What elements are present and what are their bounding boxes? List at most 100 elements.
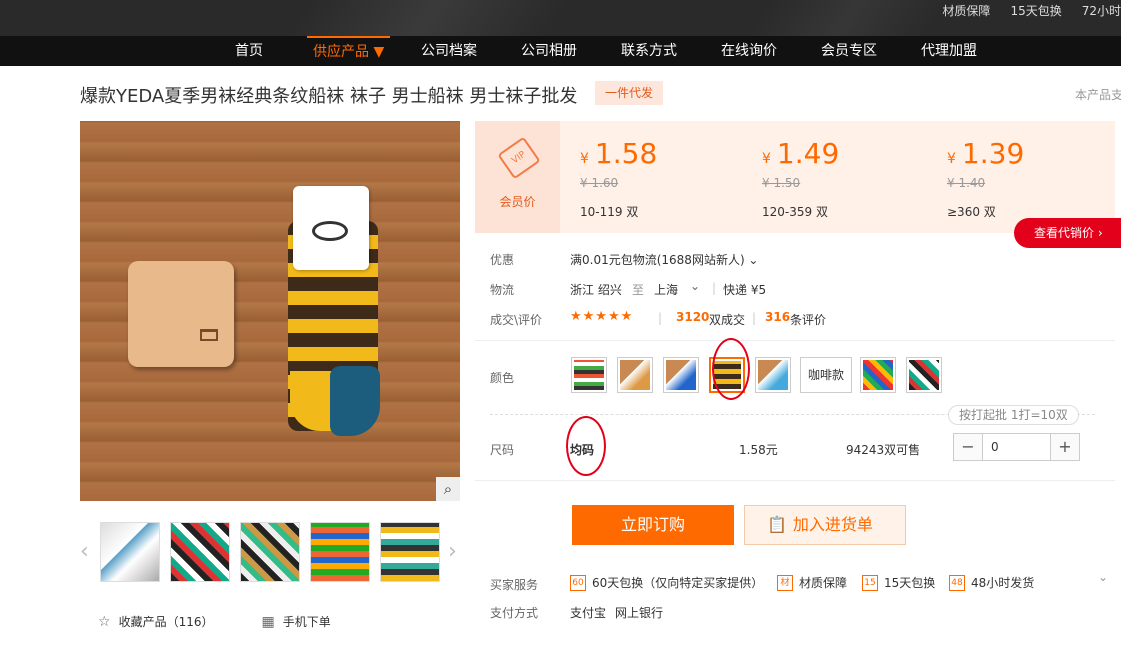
yeda-logo (312, 221, 348, 241)
banner-decoration-2 (728, 0, 972, 36)
vip-price-label: 会员价 (499, 195, 536, 209)
size-price: 1.58元 (739, 443, 778, 457)
vip-tag-icon: VIP (497, 136, 541, 180)
nav-home[interactable]: 首页 (235, 36, 263, 66)
main-nav: 首页 供应产品 ▼ 公司档案 公司相册 联系方式 在线询价 会员专区 代理加盟 (0, 36, 1121, 66)
nav-company-profile[interactable]: 公司档案 (421, 36, 477, 66)
support-note: 本产品支 (1075, 88, 1121, 102)
swatch-image (909, 360, 939, 390)
star-outline-icon: ☆ (98, 614, 111, 630)
mobile-order-button[interactable]: ▦ 手机下单 (261, 613, 330, 630)
highlight-circle-size (566, 416, 606, 476)
nav-inquiry[interactable]: 在线询价 (721, 36, 777, 66)
size-stock: 94243双可售 (846, 443, 921, 457)
service-15-icon: 15 (862, 574, 878, 591)
service-ship-48[interactable]: 48 48小时发货 (949, 574, 1034, 591)
service-quality[interactable]: 材材质保障 (777, 574, 847, 591)
quantity-stepper: − 0 + (953, 433, 1080, 461)
currency-symbol: ¥ (762, 151, 771, 167)
deal-count[interactable]: 3120 (676, 310, 709, 324)
deals-label: 成交\评价 (490, 313, 543, 327)
swatch-image (574, 360, 604, 390)
product-actions-row: ☆ 收藏产品（116） ▦ 手机下单 (98, 613, 331, 630)
chevron-down-icon[interactable]: ⌄ (690, 279, 700, 293)
add-to-cart-label: 加入进货单 (792, 515, 873, 534)
color-option-coffee[interactable]: 咖啡款 (800, 357, 852, 393)
logistics-from: 浙江 绍兴 (570, 283, 622, 297)
nav-agency[interactable]: 代理加盟 (921, 36, 977, 66)
rating-stars-icon: ★★★★★ (570, 309, 634, 324)
magnifier-icon[interactable]: ⌕ (436, 477, 460, 501)
favorite-button[interactable]: ☆ 收藏产品（116） (98, 613, 213, 630)
logistics-to-word: 至 (632, 283, 645, 297)
separator: | (712, 281, 717, 295)
service-text: 材质保障 (799, 576, 848, 590)
nav-contact[interactable]: 联系方式 (621, 36, 677, 66)
batch-note: 按打起批 1打=10双 (948, 405, 1079, 425)
color-swatch-2[interactable] (617, 357, 653, 393)
service-text: 60天包换（仅向特定买家提供） (592, 576, 764, 590)
view-agent-price-button[interactable]: 查看代销价 › (1014, 218, 1121, 248)
swatch-image (863, 360, 893, 390)
thumbnail-4[interactable] (310, 522, 370, 582)
tier-range: 10-119 双 (580, 205, 639, 219)
color-swatch-5[interactable] (755, 357, 791, 393)
tier-old-price: ¥ 1.50 (762, 176, 801, 190)
guarantee-links: 材质保障 15天包换 72小时 (942, 2, 1121, 19)
currency-symbol: ¥ (580, 151, 589, 167)
color-swatch-8[interactable] (906, 357, 942, 393)
quantity-input[interactable]: 0 (982, 434, 1051, 460)
review-count[interactable]: 316 (765, 310, 790, 324)
favorite-label: 收藏产品（116） (118, 615, 214, 629)
thumbnail-1[interactable] (100, 522, 160, 582)
order-now-button[interactable]: 立即订购 (572, 505, 734, 545)
logistics-destination-select[interactable]: 上海 (654, 281, 678, 298)
thumbnail-3[interactable] (240, 522, 300, 582)
qr-code-icon: ▦ (261, 614, 275, 630)
decrement-button[interactable]: − (954, 434, 982, 460)
service-quality-icon: 材 (777, 574, 793, 591)
add-to-cart-button[interactable]: 📋 加入进货单 (744, 505, 906, 545)
separator: | (752, 311, 757, 325)
thumbnail-2[interactable] (170, 522, 230, 582)
tier-range: ≥360 双 (947, 205, 996, 219)
color-swatch-1[interactable] (571, 357, 607, 393)
service-60-icon: 60 (570, 574, 586, 591)
thumb-prev-icon[interactable]: ‹ (80, 539, 89, 564)
review-unit: 条评价 (790, 313, 827, 327)
tier-price-value: 1.39 (961, 137, 1025, 170)
section-divider (475, 480, 1115, 481)
tier-old-price: ¥ 1.60 (580, 176, 619, 190)
price-tier-3: ¥1.39 ¥ 1.40 ≥360 双 (947, 121, 1117, 233)
tier-old-price: ¥ 1.40 (947, 176, 986, 190)
clipboard-icon: 📋 (767, 515, 787, 534)
sock-heel (330, 366, 380, 436)
payment-online-bank: 网上银行 (615, 606, 664, 620)
guarantee-quality[interactable]: 材质保障 (942, 2, 990, 19)
services-label: 买家服务 (490, 578, 539, 592)
service-exchange-15[interactable]: 15 15天包换 (862, 574, 935, 591)
color-swatch-7[interactable] (860, 357, 896, 393)
thumbnail-5[interactable] (380, 522, 440, 582)
guarantee-shipping[interactable]: 72小时 (1082, 2, 1121, 19)
currency-symbol: ¥ (947, 151, 956, 167)
wood-coaster (128, 261, 234, 367)
guarantee-exchange[interactable]: 15天包换 (1010, 2, 1061, 19)
product-main-image[interactable] (80, 121, 460, 501)
service-exchange-60[interactable]: 60 60天包换（仅向特定买家提供） (570, 574, 763, 591)
chevron-down-icon[interactable]: ⌄ (1098, 570, 1108, 584)
product-title: 爆款YEDA夏季男袜经典条纹船袜 袜子 男士船袜 男士袜子批发 (80, 86, 578, 107)
color-swatch-3[interactable] (663, 357, 699, 393)
nav-member-zone[interactable]: 会员专区 (821, 36, 877, 66)
nav-company-album[interactable]: 公司相册 (521, 36, 577, 66)
section-divider (475, 340, 1115, 341)
discount-dropdown[interactable]: 满0.01元包物流(1688网站新人) ⌄ (570, 251, 759, 268)
tier-price: ¥1.49 (762, 137, 839, 170)
separator: | (658, 311, 663, 325)
deal-unit: 双成交 (709, 313, 746, 327)
vip-column: VIP 会员价 (475, 121, 560, 233)
nav-products[interactable]: 供应产品 ▼ (307, 36, 391, 66)
thumb-next-icon[interactable]: › (448, 539, 457, 564)
increment-button[interactable]: + (1051, 434, 1079, 460)
dropship-badge[interactable]: 一件代发 (595, 81, 663, 105)
